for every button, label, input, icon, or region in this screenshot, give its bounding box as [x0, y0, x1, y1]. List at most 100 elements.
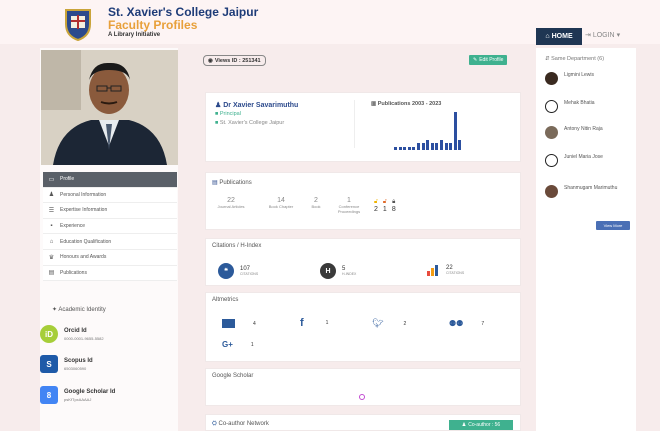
scopus-row[interactable]: S Scopus Id 6503060590 — [40, 355, 93, 373]
publication-bar[interactable] — [440, 139, 443, 150]
trophy-icon: ♛ — [48, 254, 55, 261]
conference-stat[interactable]: 1 Conference Proceedings — [329, 197, 369, 214]
quote-icon: ❝ — [218, 263, 234, 279]
avatar — [545, 154, 558, 167]
coauthor-name: Antony Nitin Raja — [564, 126, 603, 132]
gs-citations-metric[interactable]: 22 CITATIONS — [426, 263, 464, 277]
publication-bar[interactable] — [398, 146, 402, 150]
book-label: Book — [311, 204, 321, 209]
publication-bar[interactable] — [426, 139, 430, 150]
sidebar-item-label: Personal Information — [60, 191, 107, 198]
orcid-row[interactable]: iD Orcid Id 0000-0001-9655-5582 — [40, 325, 104, 343]
google-plus-icon: G+ — [222, 340, 233, 349]
faculty-institution: ■ St. Xavier's College Jaipur — [215, 120, 284, 126]
sidebar-item-label: Publications — [60, 269, 87, 276]
altmetric-facebook[interactable]: f 1 — [300, 317, 328, 329]
coauthor-name: Juniel Maria Jose — [564, 154, 603, 160]
divider — [354, 100, 355, 148]
publications-card-title: ▤ Publications — [212, 179, 252, 186]
partial-access-stat[interactable]: 🔓︎ 1 — [383, 199, 387, 213]
chapter-stat[interactable]: 14 Book Chapter — [261, 197, 301, 209]
coauthor-count-button[interactable]: ♟ Co-author : 56 — [449, 420, 513, 430]
nav-home-label: HOME — [551, 33, 573, 40]
id-card-icon: ✦ — [52, 307, 58, 313]
publication-bar[interactable] — [403, 146, 407, 150]
book-stat[interactable]: 2 Book — [306, 197, 326, 209]
publications-card-title-text: Publications — [219, 180, 252, 186]
hindex-metric[interactable]: H 5 H-INDEX — [320, 263, 356, 279]
college-logo-icon[interactable] — [60, 6, 96, 42]
publication-bar[interactable] — [394, 146, 397, 150]
scopus-value: 6503060590 — [64, 365, 87, 371]
academic-identity-title: ✦ Academic Identity — [52, 306, 106, 313]
document-icon: ▤ — [212, 180, 218, 186]
access-stats: 🔓︎ 2 🔓︎ 1 🔒︎ 8 — [374, 199, 396, 213]
briefcase-icon: ▪ — [50, 223, 53, 230]
list-icon: ☰ — [48, 207, 55, 214]
nav-home-button[interactable]: ⌂ HOME — [536, 28, 582, 45]
publication-bar[interactable] — [407, 146, 411, 150]
publication-bar[interactable] — [421, 143, 425, 150]
gs-chart-icon — [427, 265, 438, 276]
avatar — [545, 185, 558, 198]
open-access-stat[interactable]: 🔓︎ 2 — [374, 199, 378, 213]
orcid-value: 0000-0001-9655-5582 — [64, 335, 104, 341]
nav-login-button[interactable]: ⇥ LOGIN ▾ — [585, 31, 620, 39]
brand-title[interactable]: St. Xavier's College Jaipur — [108, 5, 258, 19]
coauthor-item[interactable]: Ligmini Lewis — [545, 72, 619, 85]
altmetric-googleplus[interactable]: G+ 1 — [222, 340, 254, 349]
closed-access-stat[interactable]: 🔒︎ 8 — [392, 199, 396, 213]
avatar — [545, 126, 558, 139]
partial-access-count: 1 — [382, 206, 387, 213]
altmetric-facebook-value: 1 — [325, 320, 329, 326]
view-more-button[interactable]: View More — [596, 221, 630, 230]
publication-bar[interactable] — [435, 143, 439, 150]
altmetric-twitter[interactable]: 🐦︎ 2 — [372, 318, 406, 329]
sidebar-item-publications[interactable]: ▤ Publications — [43, 265, 177, 282]
journal-count: 22 — [227, 197, 235, 204]
loading-spinner-icon — [359, 394, 365, 400]
edit-profile-button[interactable]: ✎ Edit Profile — [469, 55, 508, 65]
coauthor-item[interactable]: Mehak Bhatia — [545, 100, 619, 113]
partial-lock-icon: 🔓︎ — [382, 199, 387, 205]
sidebar-item-honours-and-awards[interactable]: ♛ Honours and Awards — [43, 249, 177, 266]
altmetric-mendeley-value: 4 — [253, 320, 256, 327]
publication-bar[interactable] — [412, 146, 416, 150]
orcid-icon: iD — [40, 325, 58, 343]
publication-bar[interactable] — [458, 139, 462, 150]
publication-bar[interactable] — [417, 143, 420, 150]
profile-menu: ▭ Profile ♟ Personal Information ☰ Expertise … — [43, 172, 177, 282]
publication-bar[interactable] — [430, 143, 434, 150]
scopus-label: Scopus Id — [64, 357, 93, 364]
citations-metric[interactable]: ❝ 107 CITATIONS — [218, 263, 258, 279]
book-count: 2 — [314, 197, 318, 204]
altmetric-people-value: 7 — [481, 320, 485, 327]
citations-label: CITATIONS — [240, 272, 259, 276]
journal-stat[interactable]: 22 Journal Articles — [211, 197, 251, 209]
altmetric-mendeley[interactable]: 4 — [222, 319, 256, 328]
scholar-row[interactable]: 8 Google Scholar Id psKfTpxAAAAJ — [40, 386, 115, 404]
coauthor-item[interactable]: Juniel Maria Jose — [545, 154, 619, 167]
altmetric-people[interactable]: ⚉⚉ 7 — [449, 319, 484, 328]
sidebar-item-personal-information[interactable]: ♟ Personal Information — [43, 187, 177, 204]
coauthor-item[interactable]: Shanmugam Marimuthu — [545, 185, 619, 198]
publications-bar-chart — [394, 112, 464, 150]
publication-bar[interactable] — [453, 112, 457, 150]
gs-citations-label: CITATIONS — [446, 271, 465, 275]
publication-bar[interactable] — [449, 143, 453, 150]
open-lock-icon: 🔓︎ — [374, 199, 378, 205]
sidebar-item-education-qualification[interactable]: ⌂ Education Qualification — [43, 234, 177, 250]
coauthor-item[interactable]: Antony Nitin Raja — [545, 126, 619, 139]
twitter-icon: 🐦︎ — [372, 318, 384, 328]
people-icon: ⚉⚉ — [449, 319, 464, 328]
publication-bar[interactable] — [444, 143, 448, 150]
nav-login-label: LOGIN — [592, 32, 615, 39]
user-icon: ♟ — [215, 102, 222, 109]
sidebar-item-experience[interactable]: ▪ Experience — [43, 218, 177, 235]
sidebar-item-label: Honours and Awards — [60, 254, 107, 261]
edit-icon: ✎ — [473, 57, 478, 63]
sidebar-item-profile[interactable]: ▭ Profile — [43, 172, 177, 188]
user-icon: ♟ — [461, 422, 467, 428]
sidebar-item-expertise-information[interactable]: ☰ Expertise Information — [43, 203, 177, 219]
monitor-icon: ▭ — [48, 176, 55, 183]
